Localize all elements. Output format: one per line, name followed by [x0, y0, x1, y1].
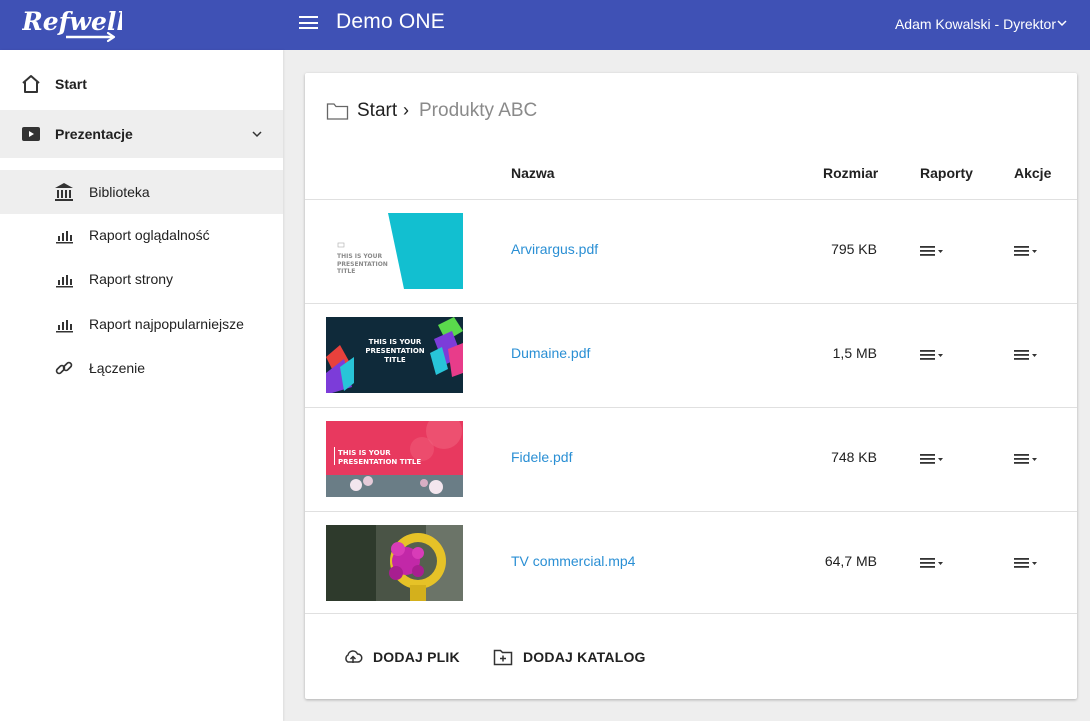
actions-menu-icon[interactable] — [1013, 556, 1039, 570]
file-thumbnail[interactable]: THIS IS YOUR PRESENTATION TITLE — [326, 213, 463, 289]
app-title: Demo ONE — [336, 10, 445, 33]
table-row: THIS IS YOUR PRESENTATION TITLE Fidele.p… — [305, 407, 1077, 510]
file-name-link[interactable]: Dumaine.pdf — [511, 345, 590, 361]
folder-add-icon — [493, 649, 513, 666]
reports-menu-icon[interactable] — [919, 556, 945, 570]
thumbnail-title: THIS IS YOUR PRESENTATION TITLE — [337, 253, 388, 275]
actions-menu-icon[interactable] — [1013, 244, 1039, 258]
sidebar-subitem-biblioteka[interactable]: Biblioteka — [0, 170, 283, 214]
add-file-label: DODAJ PLIK — [373, 649, 460, 665]
sidebar-subitem-label: Raport najpopularniejsze — [89, 316, 244, 332]
add-folder-label: DODAJ KATALOG — [523, 649, 646, 665]
file-name-link[interactable]: TV commercial.mp4 — [511, 553, 635, 569]
play-icon — [22, 127, 40, 141]
sidebar-subitem-raport-ogladalnosc[interactable]: Raport oglądalność — [0, 213, 283, 257]
sidebar-item-prezentacje[interactable]: Prezentacje — [0, 110, 283, 158]
file-thumbnail[interactable]: THIS IS YOUR PRESENTATION TITLE — [326, 317, 463, 393]
table-row: THIS IS YOUR PRESENTATION TITLE Arvirarg… — [305, 199, 1077, 302]
add-file-button[interactable]: DODAJ PLIK — [343, 639, 460, 675]
breadcrumb-start[interactable]: Start — [357, 100, 397, 122]
table-footer-divider — [305, 613, 1077, 614]
file-size: 64,7 MB — [824, 553, 877, 569]
reports-menu-icon[interactable] — [919, 452, 945, 466]
link-icon — [55, 361, 73, 375]
column-header-reports: Raporty — [920, 165, 973, 181]
sidebar-subitem-label: Łączenie — [89, 360, 146, 376]
sidebar-subitem-raport-najpopularniejsze[interactable]: Raport najpopularniejsze — [0, 302, 283, 346]
user-menu[interactable]: Adam Kowalski - Dyrektor — [895, 16, 1056, 32]
chevron-down-icon[interactable] — [1056, 17, 1068, 29]
sidebar: Start Prezentacje Biblioteka Raport oglą… — [0, 50, 283, 721]
svg-text:Refwell: Refwell — [22, 7, 122, 36]
file-name-link[interactable]: Fidele.pdf — [511, 449, 572, 465]
cloud-upload-icon — [345, 650, 363, 663]
column-header-actions: Akcje — [1014, 165, 1052, 181]
sidebar-item-label: Prezentacje — [55, 126, 133, 142]
table-row: TV commercial.mp4 64,7 MB — [305, 511, 1077, 614]
reports-menu-icon[interactable] — [919, 348, 945, 362]
sidebar-subitem-laczenie[interactable]: Łączenie — [0, 346, 283, 390]
top-app-bar: Refwell Demo ONE Adam Kowalski - Dyrekto… — [0, 0, 1090, 50]
file-size: 748 KB — [831, 449, 877, 465]
table-row: THIS IS YOUR PRESENTATION TITLE Dumaine.… — [305, 303, 1077, 406]
folder-icon — [326, 103, 349, 120]
breadcrumb-current: Produkty ABC — [419, 100, 538, 121]
sidebar-subitem-label: Biblioteka — [89, 184, 150, 200]
file-name-link[interactable]: Arvirargus.pdf — [511, 241, 598, 257]
reports-menu-icon[interactable] — [919, 244, 945, 258]
sidebar-item-start[interactable]: Start — [0, 60, 283, 108]
file-browser-card: Start › Produkty ABC Nazwa Rozmiar Rapor… — [305, 73, 1077, 699]
sidebar-subitem-label: Raport oglądalność — [89, 227, 210, 243]
sidebar-subitem-label: Raport strony — [89, 271, 174, 287]
sidebar-subitem-raport-strony[interactable]: Raport strony — [0, 257, 283, 301]
bar-chart-icon — [56, 275, 73, 288]
column-header-name[interactable]: Nazwa — [511, 165, 555, 181]
file-size: 1,5 MB — [832, 345, 877, 361]
actions-menu-icon[interactable] — [1013, 452, 1039, 466]
file-thumbnail[interactable] — [326, 525, 463, 601]
file-thumbnail[interactable]: THIS IS YOUR PRESENTATION TITLE — [326, 421, 463, 497]
breadcrumb-separator: › — [403, 100, 409, 120]
hamburger-menu-icon[interactable] — [299, 14, 319, 32]
add-folder-button[interactable]: DODAJ KATALOG — [493, 639, 646, 675]
home-icon — [22, 75, 40, 93]
refwell-logo[interactable]: Refwell — [22, 4, 122, 44]
thumbnail-title: THIS IS YOUR PRESENTATION TITLE — [365, 338, 425, 364]
bar-chart-icon — [56, 231, 73, 244]
column-header-size[interactable]: Rozmiar — [823, 165, 878, 181]
actions-menu-icon[interactable] — [1013, 348, 1039, 362]
file-size: 795 KB — [831, 241, 877, 257]
library-icon — [55, 183, 73, 201]
bar-chart-icon — [56, 320, 73, 333]
thumbnail-title: THIS IS YOUR PRESENTATION TITLE — [338, 449, 422, 466]
chevron-down-icon[interactable] — [251, 128, 263, 140]
sidebar-item-label: Start — [55, 76, 87, 92]
